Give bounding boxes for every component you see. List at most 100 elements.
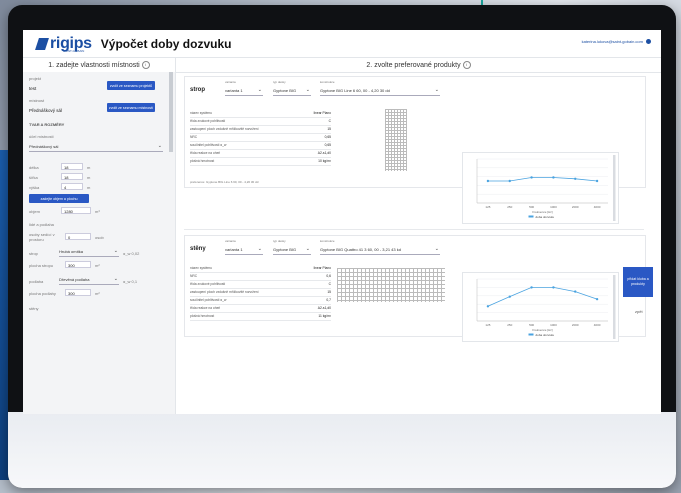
x-tick-label: 4000 [594, 205, 601, 209]
row-divider [190, 280, 331, 281]
chevron-down-icon: ⌄ [434, 87, 439, 93]
length-input[interactable]: 18 [61, 163, 83, 170]
width-label: šířka [29, 175, 38, 180]
x-tick-label: 2000 [572, 205, 579, 209]
legend-label: doba dozvuku [536, 333, 555, 337]
info-icon[interactable]: i [141, 61, 150, 69]
construction-select[interactable]: Gyptone BIG Line 6 60, 00 - 4,20 30 dd ⌄ [320, 86, 440, 96]
x-tick-label: 125 [485, 205, 490, 209]
construction-value: Gyptone BIG Quattro 41 3 60, 00 - 3,21 4… [320, 247, 401, 252]
variant-value: varianta 1 [225, 88, 243, 93]
people-count-label: osoby sedící v prostoru [29, 232, 55, 242]
floor-alpha: α_w 0,1 [123, 279, 138, 284]
volume-label: objem [29, 209, 40, 214]
row-divider [190, 165, 331, 166]
ceiling-alpha: α_w 0,02 [123, 251, 140, 256]
purpose-select[interactable]: Přednáškový sál ⌄ [29, 142, 163, 152]
row-divider [190, 117, 331, 118]
reverb-chart-svg: 125 250 500 1000 2000 4000 Frekvence [Hz]doba … [476, 275, 616, 339]
row-divider [190, 272, 331, 273]
row-divider [190, 312, 331, 313]
volume-input[interactable]: 1280 [61, 207, 91, 214]
board-type-value: Gyptone BIG [273, 247, 297, 252]
purpose-label: účel místnosti [29, 134, 54, 139]
choose-room-button[interactable]: zvolit ze seznamu místností [107, 103, 155, 112]
info-icon[interactable]: i [462, 61, 471, 69]
property-label: třída reakce na oheň [190, 151, 221, 155]
property-value: C [328, 282, 331, 286]
construction-label: konstrukce [320, 80, 335, 84]
walls-label: stěny [29, 306, 39, 311]
step-2-label: 2. zvolte preferované produkty [366, 61, 461, 69]
variant-select[interactable]: varianta 1 ⌄ [225, 245, 263, 255]
ceiling-area-input[interactable]: 300 [65, 261, 91, 268]
board-type-select[interactable]: Gyptone BIG ⌄ [273, 86, 311, 96]
chevron-down-icon: ⌄ [113, 248, 118, 254]
walls-reverb-chart: 125 250 500 1000 2000 4000 Frekvence [Hz] doba … [462, 272, 619, 342]
ceiling-material-select[interactable]: Hrubá omítka ⌄ [59, 247, 119, 257]
chevron-down-icon: ⌄ [257, 87, 262, 93]
row-divider [190, 320, 331, 321]
back-link[interactable]: zpět [635, 309, 643, 314]
x-tick-label: 4000 [594, 323, 601, 327]
property-value: A2-s1,d0 [317, 306, 331, 310]
app-screen: rigips SAINT-GOBAIN Výpočet doby dozvuku… [23, 30, 661, 414]
data-point [486, 179, 490, 183]
height-input[interactable]: 4 [61, 183, 83, 190]
x-axis-label: Frekvence [Hz] [532, 328, 552, 332]
add-products-button[interactable]: přidat kluba a produkty [623, 267, 653, 297]
user-email: katerina.lukova@saint-gobain.com [581, 39, 643, 44]
preference-note: preference: Gyptone BIG Line 6 60, 00 - … [190, 180, 259, 184]
row-divider [190, 141, 331, 142]
length-label: délka [29, 165, 39, 170]
people-input[interactable]: 0 [65, 233, 91, 240]
x-tick-label: 250 [507, 323, 512, 327]
data-point [486, 305, 490, 308]
user-icon [646, 39, 651, 44]
ceiling-material-value: Hrubá omítka [59, 249, 84, 254]
property-label: třída reakce na oheň [190, 306, 221, 310]
logo-mark-icon [35, 37, 49, 50]
unit-label: m² [95, 263, 100, 268]
property-label: zastoupení ploch vzdušně mřížkovitě rozv… [190, 127, 259, 131]
walls-panel-preview [337, 268, 445, 302]
variant-select[interactable]: varianta 1 ⌄ [225, 86, 263, 96]
x-tick-label: 500 [529, 205, 534, 209]
floor-material-select[interactable]: Dřevěná podlaha ⌄ [59, 275, 119, 285]
floor-area-input[interactable]: 300 [65, 289, 91, 296]
property-label: třída zvukové pohltivosti [190, 119, 226, 123]
property-value: 15 [327, 127, 331, 131]
step-header: 1. zadejte vlastnosti místnosti i 2. zvo… [23, 58, 661, 73]
scrollbar[interactable] [169, 72, 173, 152]
x-axis-label: Frekvence [Hz] [532, 210, 552, 214]
ceiling-card-title: strop [190, 87, 205, 93]
x-tick-label: 250 [507, 205, 512, 209]
construction-value: Gyptone BIG Line 6 60, 00 - 4,20 30 dd [320, 88, 390, 93]
construction-label: konstrukce [320, 239, 335, 243]
x-tick-label: 1000 [550, 205, 557, 209]
chart-scrollbar [613, 275, 616, 339]
user-menu[interactable]: katerina.lukova@saint-gobain.com [582, 39, 651, 44]
data-point [574, 290, 577, 293]
x-tick-label: 500 [529, 323, 534, 327]
chevron-down-icon: ⌄ [434, 246, 439, 252]
chevron-down-icon: ⌄ [257, 246, 262, 252]
unit-label: m [87, 175, 91, 180]
choose-project-button[interactable]: zvolit ze seznamu projektů [107, 81, 155, 90]
property-value: 0,65 [324, 135, 331, 139]
property-label: třída zvukové pohltivosti [190, 282, 226, 286]
property-value: 10 kg/m² [318, 159, 331, 163]
enter-volume-area-button[interactable]: zadejte objem a plochu [29, 194, 89, 203]
floor-label: podlaha [29, 279, 44, 284]
property-label: název systému [190, 266, 212, 270]
unit-label: m [87, 165, 91, 170]
x-tick-label: 1000 [550, 323, 557, 327]
width-input[interactable]: 18 [61, 173, 83, 180]
property-value: A2-s1,d0 [317, 151, 331, 155]
project-value: test [29, 86, 37, 91]
construction-select[interactable]: Gyptone BIG Quattro 41 3 60, 00 - 3,21 4… [320, 245, 440, 255]
divider [184, 229, 644, 230]
property-label: název systému [190, 111, 212, 115]
board-type-select[interactable]: Gyptone BIG ⌄ [273, 245, 311, 255]
section-label: TVAR A ROZMĚRY [29, 122, 65, 127]
